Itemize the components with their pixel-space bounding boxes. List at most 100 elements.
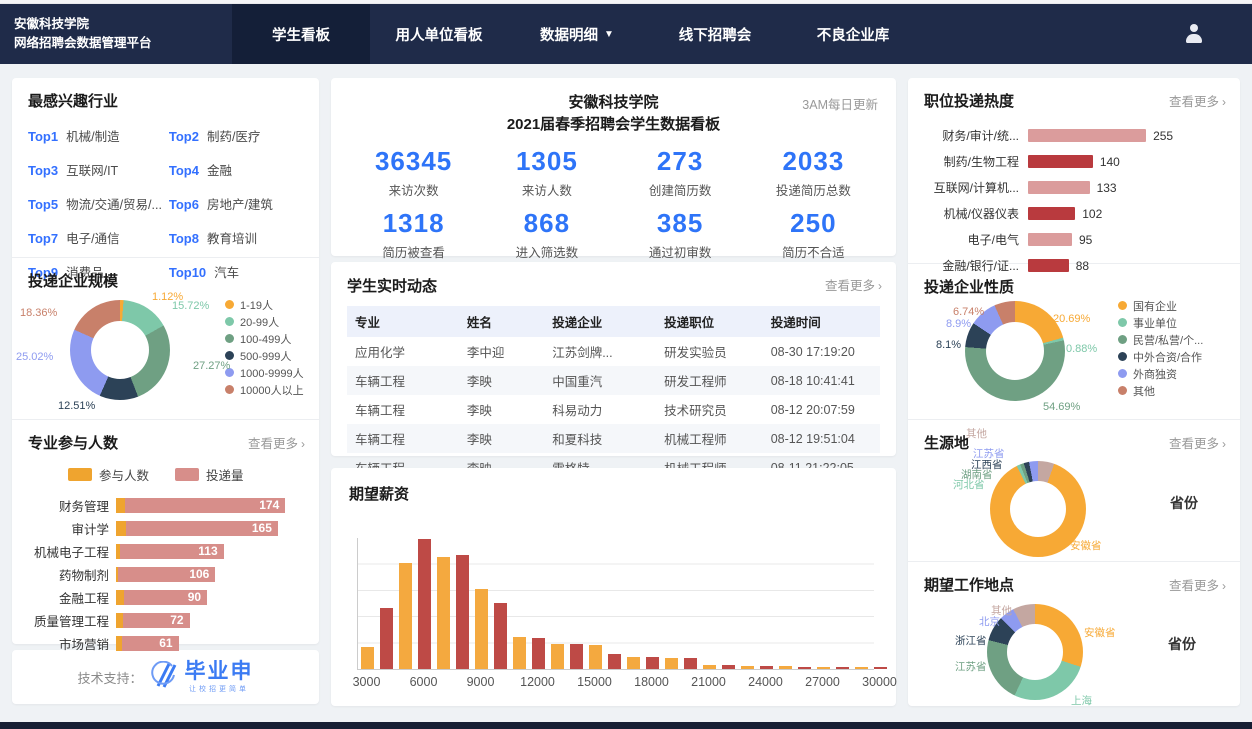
salary-bar bbox=[399, 563, 412, 669]
biyeshen-logo-icon bbox=[150, 661, 178, 694]
salary-bar bbox=[570, 644, 583, 669]
legend-label: 500-999人 bbox=[240, 348, 291, 364]
salary-bar bbox=[836, 667, 849, 669]
panel-title: 投递企业性质 bbox=[924, 276, 1014, 297]
legend-item[interactable]: 1-19人 bbox=[225, 296, 304, 313]
legend-label: 20-99人 bbox=[240, 314, 279, 330]
majors-deliver-segment: 106 bbox=[118, 567, 216, 582]
top-industry-item: Top2制药/医疗 bbox=[169, 126, 303, 145]
salary-bar bbox=[532, 638, 545, 669]
majors-value-label: 90 bbox=[124, 590, 207, 605]
legend-item[interactable]: 中外合资/合作 bbox=[1118, 348, 1203, 365]
top-industry-rank: Top5 bbox=[28, 197, 58, 212]
bottom-bar bbox=[0, 722, 1252, 729]
salary-bar bbox=[608, 654, 621, 669]
activity-cell: 研发工程师 bbox=[656, 366, 763, 395]
majors-value-label: 113 bbox=[120, 544, 224, 559]
brand-line2: 网络招聘会数据管理平台 bbox=[14, 34, 232, 53]
salary-bar bbox=[418, 539, 431, 669]
legend-item[interactable]: 1000-9999人 bbox=[225, 364, 304, 381]
top-industry-rank: Top1 bbox=[28, 129, 58, 144]
legend-item[interactable]: 10000人以上 bbox=[225, 381, 304, 398]
legend-item[interactable]: 其他 bbox=[1118, 382, 1203, 399]
nav-tab-blacklist[interactable]: 不良企业库 bbox=[784, 4, 922, 64]
activity-cell: 08-30 17:19:20 bbox=[763, 337, 880, 366]
legend-item[interactable]: 事业单位 bbox=[1118, 314, 1203, 331]
activity-cell: 技术研究员 bbox=[656, 395, 763, 424]
legend-item[interactable]: 外商独资 bbox=[1118, 365, 1203, 382]
stat-item: 250简历不合适 bbox=[747, 208, 880, 270]
donut-label: 20.69% bbox=[1053, 313, 1090, 325]
donut-label: 6.74% bbox=[953, 306, 984, 318]
majors-bar: 174 bbox=[116, 498, 285, 513]
salary-x-tick: 3000 bbox=[353, 675, 381, 689]
activity-more-link[interactable]: 查看更多› bbox=[825, 275, 882, 294]
top-industry-label: 机械/制造 bbox=[66, 130, 119, 144]
legend-item[interactable]: 参与人数 bbox=[68, 465, 149, 484]
legend-item[interactable]: 投递量 bbox=[175, 465, 244, 484]
salary-bar bbox=[475, 589, 488, 669]
majors-category-label: 机械电子工程 bbox=[28, 542, 116, 561]
donut-label: 安徽省 bbox=[1070, 538, 1102, 553]
activity-cell: 和夏科技 bbox=[544, 424, 656, 453]
activity-cell: 李中迎 bbox=[459, 337, 544, 366]
salary-bar bbox=[722, 665, 735, 669]
job-heat-category-label: 财务/审计/统... bbox=[924, 127, 1028, 144]
donut-label: 25.02% bbox=[16, 351, 53, 363]
nav-tab-offline-fair[interactable]: 线下招聘会 bbox=[646, 4, 784, 64]
work-location-more-link[interactable]: 查看更多› bbox=[1169, 575, 1226, 594]
legend-dot-icon bbox=[1118, 369, 1127, 378]
activity-row: 车辆工程李映中国重汽研发工程师08-18 10:41:41 bbox=[347, 366, 880, 395]
legend-item[interactable]: 100-499人 bbox=[225, 330, 304, 347]
legend-dot-icon bbox=[225, 334, 234, 343]
stat-label: 简历被查看 bbox=[347, 242, 480, 261]
job-heat-bar bbox=[1028, 181, 1090, 194]
nav-tab-data-detail[interactable]: 数据明细▼ bbox=[508, 4, 646, 64]
job-heat-value: 140 bbox=[1100, 155, 1120, 169]
majors-deliver-segment: 165 bbox=[126, 521, 278, 536]
legend-label: 10000人以上 bbox=[240, 382, 304, 398]
salary-bar bbox=[627, 657, 640, 669]
legend-dot-icon bbox=[225, 351, 234, 360]
activity-cell: 车辆工程 bbox=[347, 395, 459, 424]
legend-swatch-icon bbox=[68, 468, 92, 481]
nav-right bbox=[1184, 4, 1204, 64]
stat-label: 投递简历总数 bbox=[747, 180, 880, 199]
salary-x-tick: 9000 bbox=[467, 675, 495, 689]
job-heat-more-link[interactable]: 查看更多› bbox=[1169, 91, 1226, 110]
salary-x-tick: 6000 bbox=[410, 675, 438, 689]
dashboard-title: 安徽科技学院 2021届春季招聘会学生数据看板 bbox=[347, 92, 880, 136]
work-location-donut bbox=[987, 604, 1083, 700]
activity-row: 车辆工程李映和夏科技机械工程师08-12 19:51:04 bbox=[347, 424, 880, 453]
donut-label: 54.69% bbox=[1043, 401, 1080, 413]
panel-title: 投递企业规模 bbox=[28, 270, 118, 291]
panel-title: 期望薪资 bbox=[349, 483, 409, 504]
origin-more-link[interactable]: 查看更多› bbox=[1169, 433, 1226, 452]
stat-value: 2033 bbox=[747, 146, 880, 177]
majors-bar-row: 药物制剂106 bbox=[28, 563, 303, 585]
majors-bar-row: 质量管理工程72 bbox=[28, 609, 303, 631]
job-heat-bar bbox=[1028, 155, 1093, 168]
salary-x-tick: 27000 bbox=[805, 675, 840, 689]
salary-bar bbox=[684, 658, 697, 669]
activity-cell: 科易动力 bbox=[544, 395, 656, 424]
legend-item[interactable]: 500-999人 bbox=[225, 347, 304, 364]
legend-item[interactable]: 20-99人 bbox=[225, 313, 304, 330]
salary-bar bbox=[513, 637, 526, 670]
majors-bar: 113 bbox=[116, 544, 224, 559]
job-heat-value: 255 bbox=[1153, 129, 1173, 143]
legend-label: 投递量 bbox=[206, 465, 244, 484]
majors-more-link[interactable]: 查看更多› bbox=[248, 433, 305, 452]
stat-value: 273 bbox=[614, 146, 747, 177]
majors-bar-row: 财务管理174 bbox=[28, 494, 303, 516]
majors-value-label: 61 bbox=[122, 636, 178, 651]
stat-item: 385通过初审数 bbox=[614, 208, 747, 270]
legend-item[interactable]: 国有企业 bbox=[1118, 297, 1203, 314]
stat-item: 1305来访人数 bbox=[480, 146, 613, 208]
majors-category-label: 审计学 bbox=[28, 519, 116, 538]
legend-dot-icon bbox=[1118, 352, 1127, 361]
nav-tab-students[interactable]: 学生看板 bbox=[232, 4, 370, 64]
user-icon[interactable] bbox=[1184, 24, 1204, 44]
legend-item[interactable]: 民营/私营/个... bbox=[1118, 331, 1203, 348]
nav-tab-employers[interactable]: 用人单位看板 bbox=[370, 4, 508, 64]
